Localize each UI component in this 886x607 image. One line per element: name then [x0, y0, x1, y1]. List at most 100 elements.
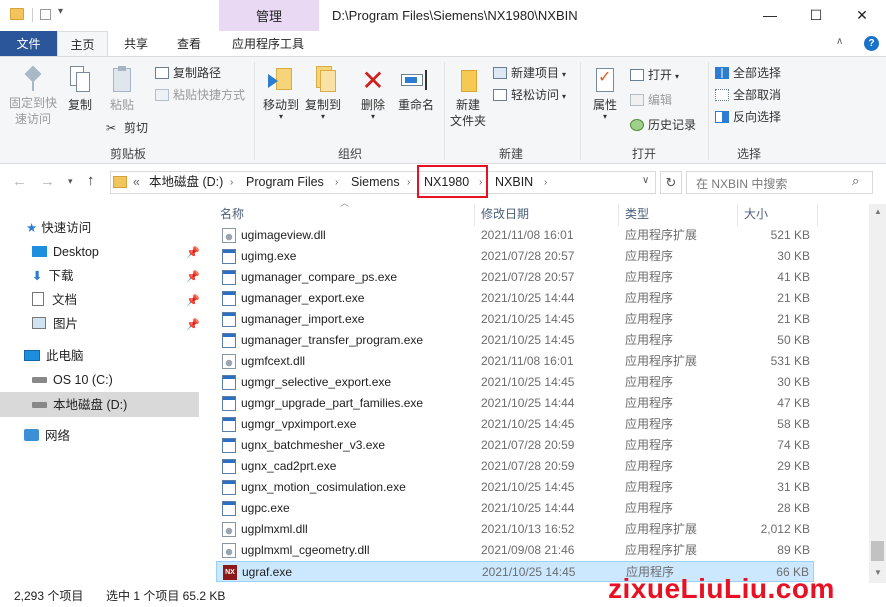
vertical-scrollbar[interactable]	[869, 204, 886, 583]
nav-this-pc[interactable]: 此电脑	[24, 345, 84, 367]
address-dropdown-icon[interactable]: ∨	[642, 175, 649, 186]
edit-button[interactable]: 编辑	[630, 90, 672, 110]
refresh-icon[interactable]: ↻	[660, 171, 682, 194]
ribbon-collapse-icon[interactable]: ∧	[836, 36, 843, 47]
copy-to-button[interactable]: 复制到 ▾	[302, 66, 344, 121]
back-icon[interactable]: ←	[12, 173, 27, 190]
table-row[interactable]: ugmanager_compare_ps.exe 2021/07/28 20:57…	[216, 267, 814, 288]
picture-icon	[32, 317, 46, 329]
file-name: ugmgr_selective_export.exe	[241, 375, 392, 389]
cut-button[interactable]: ✂ 剪切	[106, 118, 148, 138]
status-item-count: 2,293 个项目	[14, 589, 84, 603]
tab-home[interactable]: 主页	[57, 31, 108, 57]
breadcrumb-siemens[interactable]: Siemens	[351, 171, 400, 194]
tab-manage[interactable]: 管理	[219, 0, 319, 31]
open-button[interactable]: 打开 ▾	[630, 65, 679, 85]
paste-button[interactable]: 粘贴	[103, 66, 141, 113]
tab-app-tools[interactable]: 应用程序工具	[222, 31, 314, 57]
rename-button[interactable]: 重命名	[394, 66, 438, 113]
paste-shortcut-button[interactable]: 粘贴快捷方式	[155, 85, 245, 105]
easy-access-button[interactable]: 轻松访问 ▾	[493, 85, 566, 105]
chevron-right-icon[interactable]: ›	[544, 171, 547, 194]
breadcrumb-overflow[interactable]: «	[133, 171, 140, 194]
nav-os-c[interactable]: OS 10 (C:)	[32, 369, 113, 391]
select-all-button[interactable]: 全部选择	[715, 63, 781, 83]
tab-share[interactable]: 共享	[114, 31, 158, 57]
column-header-date[interactable]: 修改日期	[481, 204, 529, 226]
table-row[interactable]: ugmfcext.dll 2021/11/08 16:01 应用程序扩展 531 KB	[216, 351, 814, 372]
ribbon-separator	[254, 62, 255, 160]
search-icon[interactable]: ⌕	[852, 173, 859, 189]
chevron-right-icon[interactable]: ›	[407, 171, 410, 194]
new-folder-button[interactable]: 新建 文件夹	[448, 66, 488, 129]
file-name: ugimageview.dll	[241, 228, 326, 242]
table-row[interactable]: ugmanager_transfer_program.exe 2021/10/25…	[216, 330, 814, 351]
new-folder-label-2: 文件夹	[449, 114, 486, 128]
forward-icon[interactable]: →	[40, 173, 55, 190]
minimize-button[interactable]: —	[747, 0, 793, 31]
file-size: 74 KB	[777, 438, 810, 452]
table-row[interactable]: ugnx_cad2prt.exe 2021/07/28 20:59 应用程序 29 K…	[216, 456, 814, 477]
select-none-button[interactable]: 全部取消	[715, 85, 781, 105]
maximize-button[interactable]: ☐	[793, 0, 839, 31]
nav-downloads[interactable]: ⬇ 下载	[32, 265, 74, 287]
chevron-right-icon[interactable]: ›	[230, 171, 233, 194]
table-row[interactable]: ugplmxml_cgeometry.dll 2021/09/08 21:46 应用…	[216, 540, 814, 561]
table-row[interactable]: ugnx_batchmesher_v3.exe 2021/07/28 20:59 应…	[216, 435, 814, 456]
up-icon[interactable]: ↑	[87, 172, 95, 189]
move-to-button[interactable]: 移动到 ▾	[260, 66, 302, 121]
chevron-down-icon: ▾	[370, 112, 375, 121]
nav-quick-access[interactable]: ★ 快速访问	[26, 217, 91, 239]
nav-pictures[interactable]: 图片	[32, 313, 78, 335]
table-row[interactable]: ugimg.exe 2021/07/28 20:57 应用程序 30 KB	[216, 246, 814, 267]
table-row[interactable]: ugimageview.dll 2021/11/08 16:01 应用程序扩展 521…	[216, 225, 814, 246]
table-row[interactable]: ugmgr_vpximport.exe 2021/10/25 14:45 应用程序 5…	[216, 414, 814, 435]
nav-local-d[interactable]: 本地磁盘 (D:)	[32, 394, 127, 416]
scroll-up-icon[interactable]: ▲	[874, 207, 882, 216]
close-button[interactable]: ✕	[839, 0, 885, 31]
qat-properties-icon[interactable]	[40, 9, 51, 20]
table-row[interactable]: ugmanager_export.exe 2021/10/25 14:44 应用程序…	[216, 288, 814, 309]
table-row[interactable]: ugnx_motion_cosimulation.exe 2021/10/25 1…	[216, 477, 814, 498]
nav-desktop[interactable]: Desktop	[32, 241, 99, 263]
breadcrumb-nx1980[interactable]: NX1980	[424, 171, 469, 194]
chevron-right-icon[interactable]: ›	[335, 171, 338, 194]
file-date: 2021/10/25 14:45	[481, 333, 575, 347]
recent-locations-icon[interactable]: ▾	[68, 176, 73, 187]
nav-network[interactable]: 网络	[24, 425, 70, 447]
copy-path-button[interactable]: 复制路径	[155, 63, 221, 83]
breadcrumb-program-files[interactable]: Program Files	[246, 171, 324, 194]
column-header-size[interactable]: 大小	[744, 204, 768, 226]
new-item-button[interactable]: 新建项目 ▾	[493, 63, 566, 83]
copy-button[interactable]: 复制	[62, 66, 98, 113]
pin-icon[interactable]: 📌	[186, 318, 200, 331]
history-button[interactable]: 历史记录	[630, 115, 696, 135]
file-name: ugmgr_upgrade_part_families.exe	[241, 396, 424, 410]
breadcrumb-local-disk[interactable]: 本地磁盘 (D:)	[149, 171, 223, 194]
properties-button[interactable]: ✓ 属性 ▾	[586, 66, 624, 121]
tab-file[interactable]: 文件	[0, 31, 57, 57]
pin-icon[interactable]: 📌	[186, 246, 200, 259]
file-size: 28 KB	[777, 501, 810, 515]
pin-icon[interactable]: 📌	[186, 270, 200, 283]
table-row[interactable]: ugmgr_upgrade_part_families.exe 2021/10/2…	[216, 393, 814, 414]
pin-quick-access-button[interactable]: 固定到快 速访问	[4, 65, 62, 127]
scroll-down-icon[interactable]: ▼	[874, 568, 882, 577]
chevron-right-icon[interactable]: ›	[479, 171, 482, 194]
column-header-type[interactable]: 类型	[625, 204, 649, 226]
table-row[interactable]: ugpc.exe 2021/10/25 14:44 应用程序 28 KB	[216, 498, 814, 519]
breadcrumb-nxbin[interactable]: NXBIN	[495, 171, 533, 194]
scrollbar-thumb[interactable]	[871, 541, 884, 561]
delete-button[interactable]: ✕ 删除 ▾	[354, 66, 392, 121]
file-type: 应用程序	[625, 375, 674, 389]
table-row[interactable]: ugplmxml.dll 2021/10/13 16:52 应用程序扩展 2,012 …	[216, 519, 814, 540]
table-row[interactable]: ugmanager_import.exe 2021/10/25 14:45 应用程序…	[216, 309, 814, 330]
qat-customize-icon[interactable]: ▾	[58, 6, 63, 17]
table-row[interactable]: ugmgr_selective_export.exe 2021/10/25 14:…	[216, 372, 814, 393]
help-icon[interactable]: ?	[864, 36, 879, 51]
pin-icon[interactable]: 📌	[186, 294, 200, 307]
tab-view[interactable]: 查看	[166, 31, 212, 57]
nav-documents[interactable]: 文档	[32, 289, 77, 311]
column-header-name[interactable]: 名称	[220, 204, 244, 226]
invert-selection-button[interactable]: 反向选择	[715, 107, 781, 127]
